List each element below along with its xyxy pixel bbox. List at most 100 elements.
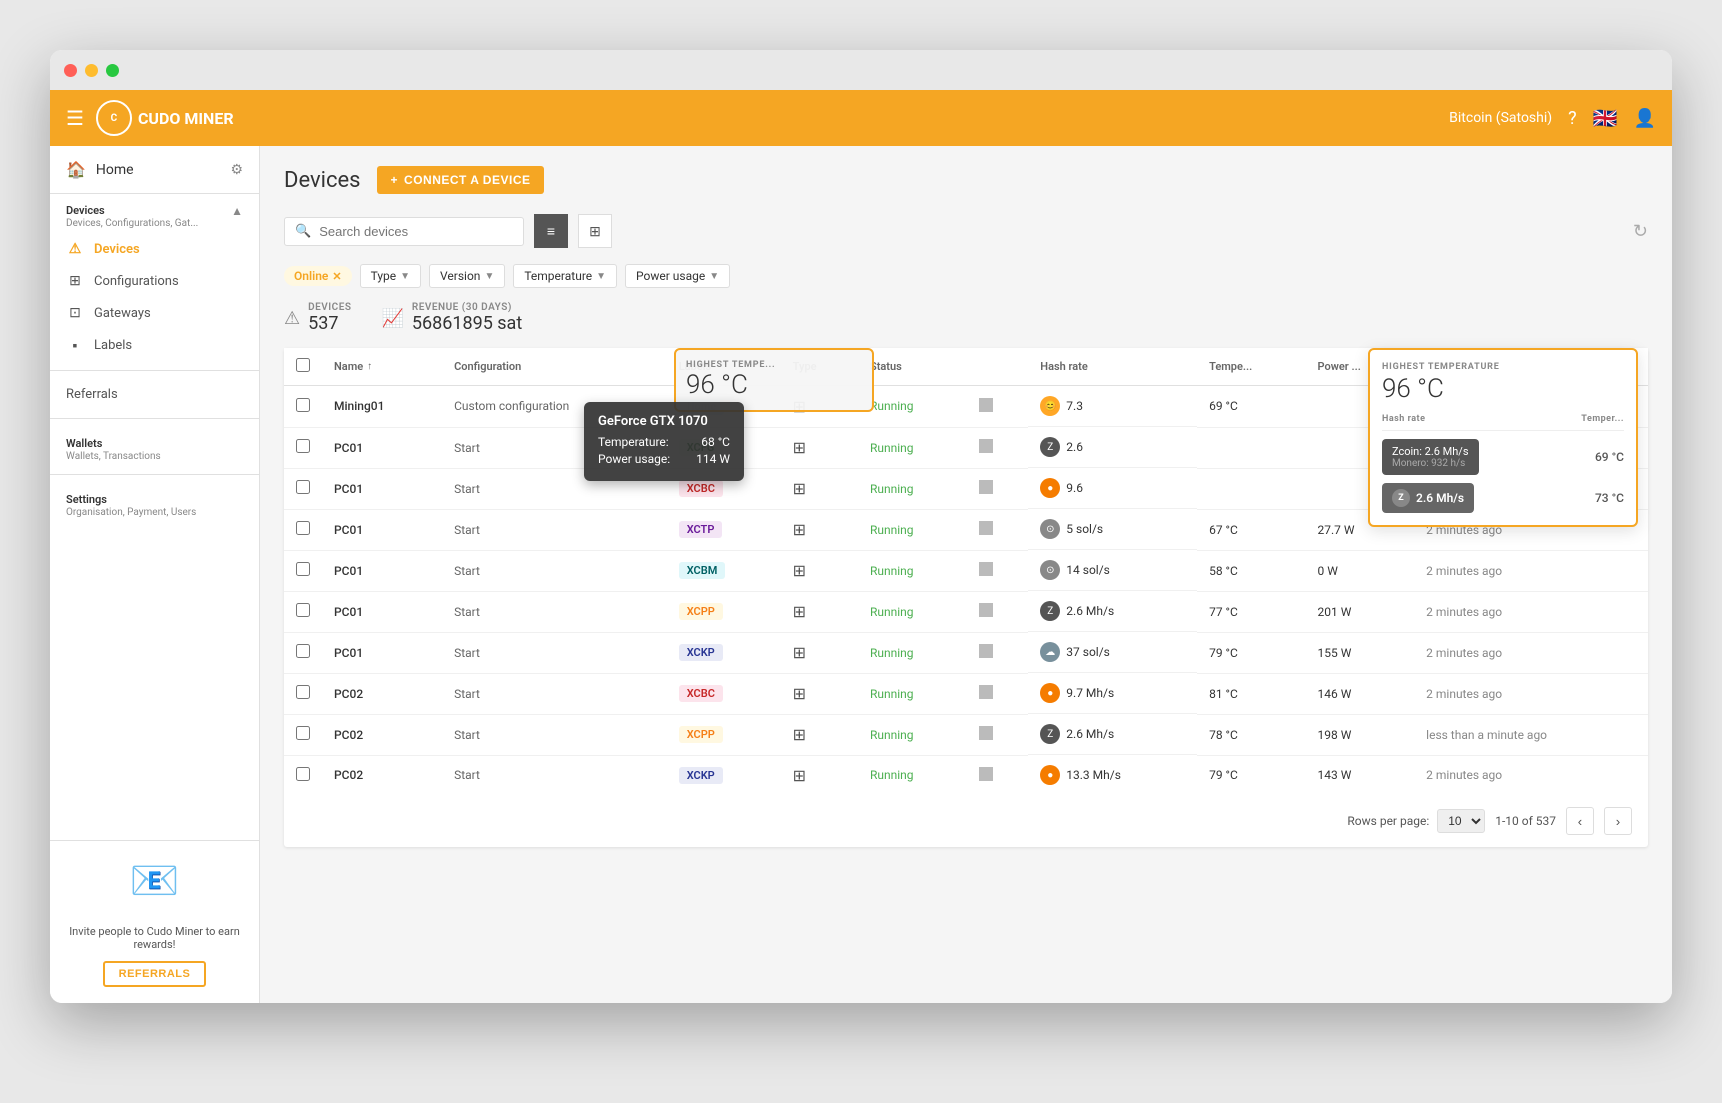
row-type: ⊞ (781, 509, 858, 550)
sidebar-item-labels[interactable]: ▪ Labels (50, 329, 259, 362)
row-name: PC02 (322, 755, 442, 795)
row-hashrate: Z2.6 Mh/s (1028, 591, 1197, 632)
th-name[interactable]: Name↑ (322, 348, 442, 386)
revenue-stat-icon: 📈 (381, 308, 403, 329)
row-config: Start (442, 632, 667, 673)
sidebar-item-devices[interactable]: ⚠ Devices (50, 233, 259, 265)
row-checkbox[interactable] (296, 562, 310, 576)
row-gpu (967, 714, 1028, 755)
tooltip-power-row: Power usage: 114 W (598, 452, 730, 466)
filter-online-label: Online (294, 269, 328, 283)
next-page-button[interactable]: › (1604, 807, 1632, 835)
maximize-btn[interactable] (106, 64, 119, 77)
rows-per-page-select[interactable]: 10 25 50 (1437, 809, 1485, 833)
collapse-icon[interactable]: ▲ (231, 204, 243, 218)
row-temp: 81 °C (1197, 673, 1305, 714)
promo-image: 📧 (115, 857, 195, 917)
row-checkbox[interactable] (296, 726, 310, 740)
hc-left-temp: 96 °C (686, 370, 862, 400)
sidebar-item-referrals[interactable]: Referrals (50, 379, 259, 410)
row-checkbox[interactable] (296, 644, 310, 658)
config-icon: ⊞ (66, 273, 84, 289)
row-checkbox[interactable] (296, 521, 310, 535)
user-icon[interactable]: 👤 (1634, 108, 1656, 129)
z-icon: Z (1392, 489, 1410, 507)
row-label: XCTP (667, 509, 781, 550)
row-hashrate: ⊙5 sol/s (1028, 509, 1197, 550)
grid-view-button[interactable]: ⊞ (578, 214, 612, 248)
row-power: 201 W (1306, 591, 1415, 632)
filter-type[interactable]: Type ▼ (360, 264, 421, 288)
row-checkbox[interactable] (296, 685, 310, 699)
devices-stat: ⚠ DEVICES 537 (284, 302, 351, 334)
search-input[interactable] (319, 224, 513, 239)
help-icon[interactable]: ? (1568, 108, 1577, 129)
hover-card-right: HIGHEST TEMPERATURE 96 °C Hash rate Temp… (1368, 348, 1638, 527)
promo-text: Invite people to Cudo Miner to earn rewa… (66, 925, 243, 951)
th-hashrate: Hash rate (1028, 348, 1197, 386)
home-label: Home (96, 162, 134, 178)
row-checkbox[interactable] (296, 480, 310, 494)
row-temp: 79 °C (1197, 632, 1305, 673)
row-status: Running (858, 591, 967, 632)
row-label: XCBC (667, 673, 781, 714)
select-all-checkbox[interactable] (296, 358, 310, 372)
row-name: PC01 (322, 632, 442, 673)
row-power: 143 W (1306, 755, 1415, 795)
pagination: Rows per page: 10 25 50 1-10 of 537 ‹ › (284, 795, 1648, 847)
toolbar: 🔍 ≡ ⊞ ↻ (284, 214, 1648, 248)
filter-online-remove[interactable]: ✕ (332, 270, 341, 283)
sidebar-item-configurations[interactable]: ⊞ Configurations (50, 265, 259, 297)
hc-row1-hash: Zcoin: 2.6 Mh/s (1392, 445, 1469, 458)
row-status: Running (858, 632, 967, 673)
th-status: Status (858, 348, 967, 386)
settings-section-title: Settings (66, 493, 243, 506)
prev-page-button[interactable]: ‹ (1566, 807, 1594, 835)
filter-online[interactable]: Online ✕ (284, 266, 352, 286)
row-status: Running (858, 386, 967, 428)
row-name: Mining01 (322, 386, 442, 428)
referrals-button[interactable]: REFERRALS (103, 961, 207, 987)
row-name: PC02 (322, 673, 442, 714)
wallets-section-title: Wallets (66, 437, 243, 450)
row-status: Running (858, 468, 967, 509)
filter-temperature[interactable]: Temperature ▼ (513, 264, 617, 288)
flag-icon[interactable]: 🇬🇧 (1593, 106, 1618, 130)
sidebar-item-devices-label: Devices (94, 242, 140, 257)
settings-gear-icon[interactable]: ⚙ (230, 162, 243, 178)
minimize-btn[interactable] (85, 64, 98, 77)
menu-icon[interactable]: ☰ (66, 106, 84, 130)
sidebar-home-item[interactable]: 🏠 Home ⚙ (50, 146, 259, 194)
row-config: Start (442, 714, 667, 755)
row-checkbox[interactable] (296, 767, 310, 781)
row-gpu (967, 755, 1028, 795)
hc-row2-hash-box: Z 2.6 Mh/s (1382, 483, 1474, 513)
stats-bar: ⚠ DEVICES 537 📈 REVENUE (30 DAYS) 568618… (284, 302, 1648, 334)
row-checkbox[interactable] (296, 439, 310, 453)
row-gpu (967, 427, 1028, 468)
revenue-stat-value: 56861895 sat (412, 313, 522, 334)
row-status: Running (858, 509, 967, 550)
filter-power[interactable]: Power usage ▼ (625, 264, 730, 288)
row-checkbox[interactable] (296, 603, 310, 617)
row-temp (1197, 427, 1305, 468)
sidebar-item-gateways[interactable]: ⊡ Gateways (50, 297, 259, 329)
close-btn[interactable] (64, 64, 77, 77)
hc-left-header: HIGHEST TEMPE... (686, 360, 862, 370)
list-view-button[interactable]: ≡ (534, 214, 568, 248)
table-row: PC01 Start XCBM ⊞ Running ⊙14 sol/s 58 °… (284, 550, 1648, 591)
hc-right-temp: 96 °C (1382, 374, 1624, 404)
filter-version[interactable]: Version ▼ (429, 264, 505, 288)
connect-icon: + (391, 173, 399, 187)
hc-row1-mono: Monero: 932 h/s (1392, 458, 1469, 469)
refresh-button[interactable]: ↻ (1633, 221, 1648, 242)
connect-device-button[interactable]: + CONNECT A DEVICE (377, 166, 545, 194)
row-label: XCKP (667, 632, 781, 673)
topnav: ☰ C CUDO MINER Bitcoin (Satoshi) ? 🇬🇧 👤 (50, 90, 1672, 146)
app-window: ☰ C CUDO MINER Bitcoin (Satoshi) ? 🇬🇧 👤 … (50, 50, 1672, 1003)
filters-bar: Online ✕ Type ▼ Version ▼ Temperature ▼ (284, 264, 1648, 288)
devices-stat-icon: ⚠ (284, 308, 300, 329)
row-temp: 67 °C (1197, 509, 1305, 550)
row-type: ⊞ (781, 427, 858, 468)
row-checkbox[interactable] (296, 398, 310, 412)
